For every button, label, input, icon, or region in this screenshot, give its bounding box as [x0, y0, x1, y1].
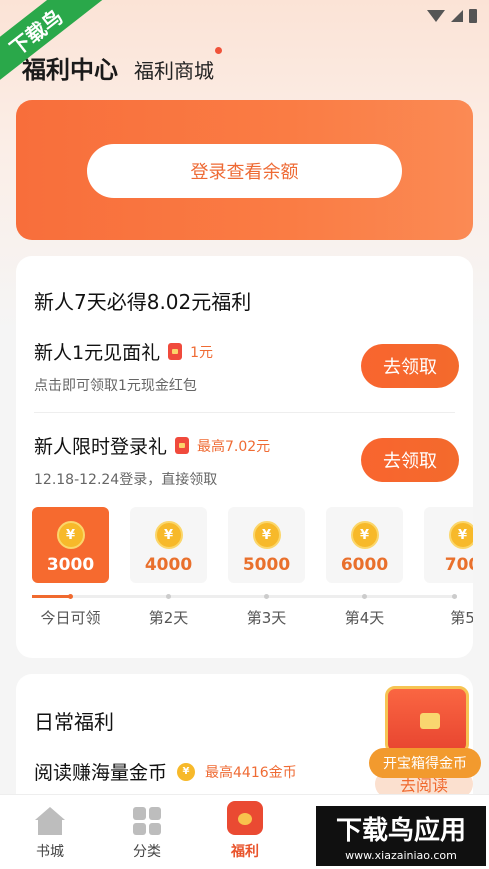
day-reward-item[interactable]: ¥ 700 第5	[424, 507, 473, 628]
day-label: 今日可领	[40, 609, 101, 627]
tab-category[interactable]: 分类	[117, 807, 177, 861]
coin-icon: ¥	[252, 521, 281, 549]
chest-lock-icon	[420, 713, 440, 729]
day-reward-item[interactable]: ¥ 6000 第4天	[326, 507, 403, 628]
tab-label: 分类	[133, 844, 161, 860]
read-task-reward: 最高4416金币	[205, 764, 297, 781]
day-amount: 3000	[46, 555, 95, 575]
progress-dot	[68, 594, 73, 599]
read-task-row: 阅读赚海量金币 ¥ 最高4416金币	[34, 758, 297, 785]
tab-welfare-mall-label: 福利商城	[134, 59, 214, 83]
progress-fill	[32, 595, 70, 598]
read-task-name: 阅读赚海量金币	[34, 762, 168, 784]
day-reward-item[interactable]: ¥ 3000 今日可领	[32, 507, 109, 628]
coin-icon: ¥	[350, 521, 379, 549]
watermark-title: 下载鸟应用	[335, 816, 466, 846]
claim-button[interactable]: 去领取	[361, 344, 459, 388]
task-newbie-gift: 新人1元见面礼 1元 点击即可领取1元现金红包 去领取	[34, 338, 459, 395]
login-card: 登录查看余额	[16, 100, 473, 240]
battery-icon	[469, 9, 477, 23]
red-packet-icon	[227, 801, 263, 835]
tab-bookstore[interactable]: 书城	[20, 807, 80, 861]
task-login-gift: 新人限时登录礼 最高7.02元 12.18-12.24登录，直接领取 去领取	[34, 432, 459, 489]
page-header: 福利中心 福利商城	[22, 47, 222, 85]
red-packet-icon	[168, 343, 183, 360]
day-reward-item[interactable]: ¥ 4000 第2天	[130, 507, 207, 628]
watermark-logo: 下载鸟应用 www.xiazainiao.com	[316, 806, 486, 866]
page-title: 福利中心	[22, 56, 118, 84]
task-name: 新人限时登录礼	[34, 436, 168, 458]
grid-icon	[133, 807, 161, 835]
treasure-chest-icon	[385, 686, 469, 754]
treasure-chest-widget[interactable]: 开宝箱得金币	[369, 686, 481, 796]
progress-dot	[452, 594, 457, 599]
task-reward: 1元	[190, 344, 214, 361]
progress-dot	[166, 594, 171, 599]
day-label: 第4天	[344, 609, 385, 627]
tab-welfare-mall[interactable]: 福利商城	[134, 47, 222, 84]
coin-icon: ¥	[56, 521, 85, 549]
progress-track	[32, 594, 457, 599]
claim-button[interactable]: 去领取	[361, 438, 459, 482]
red-packet-icon	[175, 437, 190, 454]
daily-reward-strip: ¥ 3000 今日可领 ¥ 4000 第2天 ¥ 5000 第3天 ¥ 6000	[32, 507, 473, 637]
coin-icon: ¥	[448, 521, 473, 549]
tab-welfare[interactable]: 福利	[215, 801, 275, 861]
wifi-icon	[427, 10, 445, 22]
progress-dot	[362, 594, 367, 599]
tab-label: 福利	[231, 844, 259, 860]
day-label: 第3天	[246, 609, 287, 627]
tab-label: 书城	[36, 844, 64, 860]
status-bar	[427, 6, 477, 26]
treasure-label: 开宝箱得金币	[369, 748, 481, 778]
day-label: 第2天	[148, 609, 189, 627]
login-view-balance-button[interactable]: 登录查看余额	[87, 144, 402, 198]
progress-dot	[264, 594, 269, 599]
daily-welfare-title: 日常福利	[34, 710, 114, 734]
task-name: 新人1元见面礼	[34, 342, 161, 364]
task-reward: 最高7.02元	[197, 438, 271, 455]
day-amount: 6000	[340, 555, 389, 575]
day-amount: 4000	[144, 555, 193, 575]
signal-icon	[451, 10, 463, 22]
divider	[34, 412, 455, 413]
home-icon	[35, 807, 65, 835]
day-amount: 5000	[242, 555, 291, 575]
day-amount: 700	[444, 555, 473, 575]
notification-dot	[215, 47, 222, 54]
day-reward-item[interactable]: ¥ 5000 第3天	[228, 507, 305, 628]
watermark-url: www.xiazainiao.com	[345, 849, 457, 862]
coin-icon: ¥	[154, 521, 183, 549]
newbie-welfare-card: 新人7天必得8.02元福利 新人1元见面礼 1元 点击即可领取1元现金红包 去领…	[16, 256, 473, 658]
coin-icon: ¥	[177, 762, 196, 781]
newbie-welfare-title: 新人7天必得8.02元福利	[34, 290, 252, 314]
day-label: 第5	[450, 609, 473, 627]
